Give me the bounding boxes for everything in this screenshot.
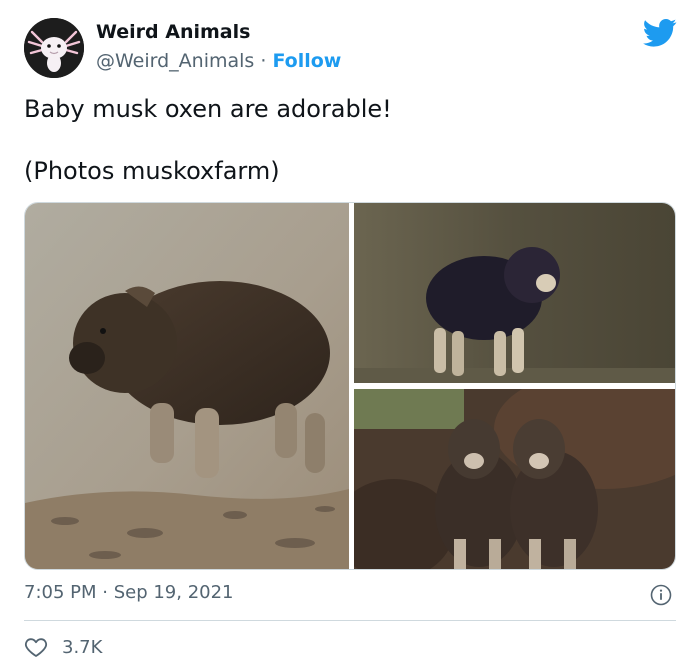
tweet-date[interactable]: Sep 19, 2021 xyxy=(114,582,234,603)
like-button[interactable]: 3.7K xyxy=(24,634,102,660)
timestamp-separator: · xyxy=(96,582,114,603)
tweet-text-line-1: Baby musk oxen are adorable! xyxy=(24,95,392,123)
author-handle-line: @Weird_Animals · Follow xyxy=(96,50,341,72)
photo-musk-ox-calf-walking[interactable] xyxy=(25,203,349,569)
media-grid xyxy=(24,202,676,570)
follow-button[interactable]: Follow xyxy=(272,50,341,72)
photo-two-musk-ox-calves[interactable] xyxy=(354,389,675,569)
info-icon[interactable] xyxy=(650,584,672,606)
tweet-timestamp: 7:05 PM · Sep 19, 2021 xyxy=(24,582,234,603)
author-name[interactable]: Weird Animals xyxy=(96,21,250,43)
avatar[interactable] xyxy=(24,18,84,78)
tweet-text-line-2: (Photos muskoxfarm) xyxy=(24,157,280,185)
heart-icon xyxy=(24,638,48,657)
author-handle[interactable]: @Weird_Animals xyxy=(96,50,254,72)
twitter-bird-icon[interactable] xyxy=(643,18,677,48)
like-count: 3.7K xyxy=(62,636,103,658)
photo-musk-ox-calf-standing[interactable] xyxy=(354,203,675,383)
axolotl-icon xyxy=(24,18,84,78)
separator-dot: · xyxy=(254,50,273,72)
tweet-time[interactable]: 7:05 PM xyxy=(24,582,97,603)
divider xyxy=(24,620,676,621)
